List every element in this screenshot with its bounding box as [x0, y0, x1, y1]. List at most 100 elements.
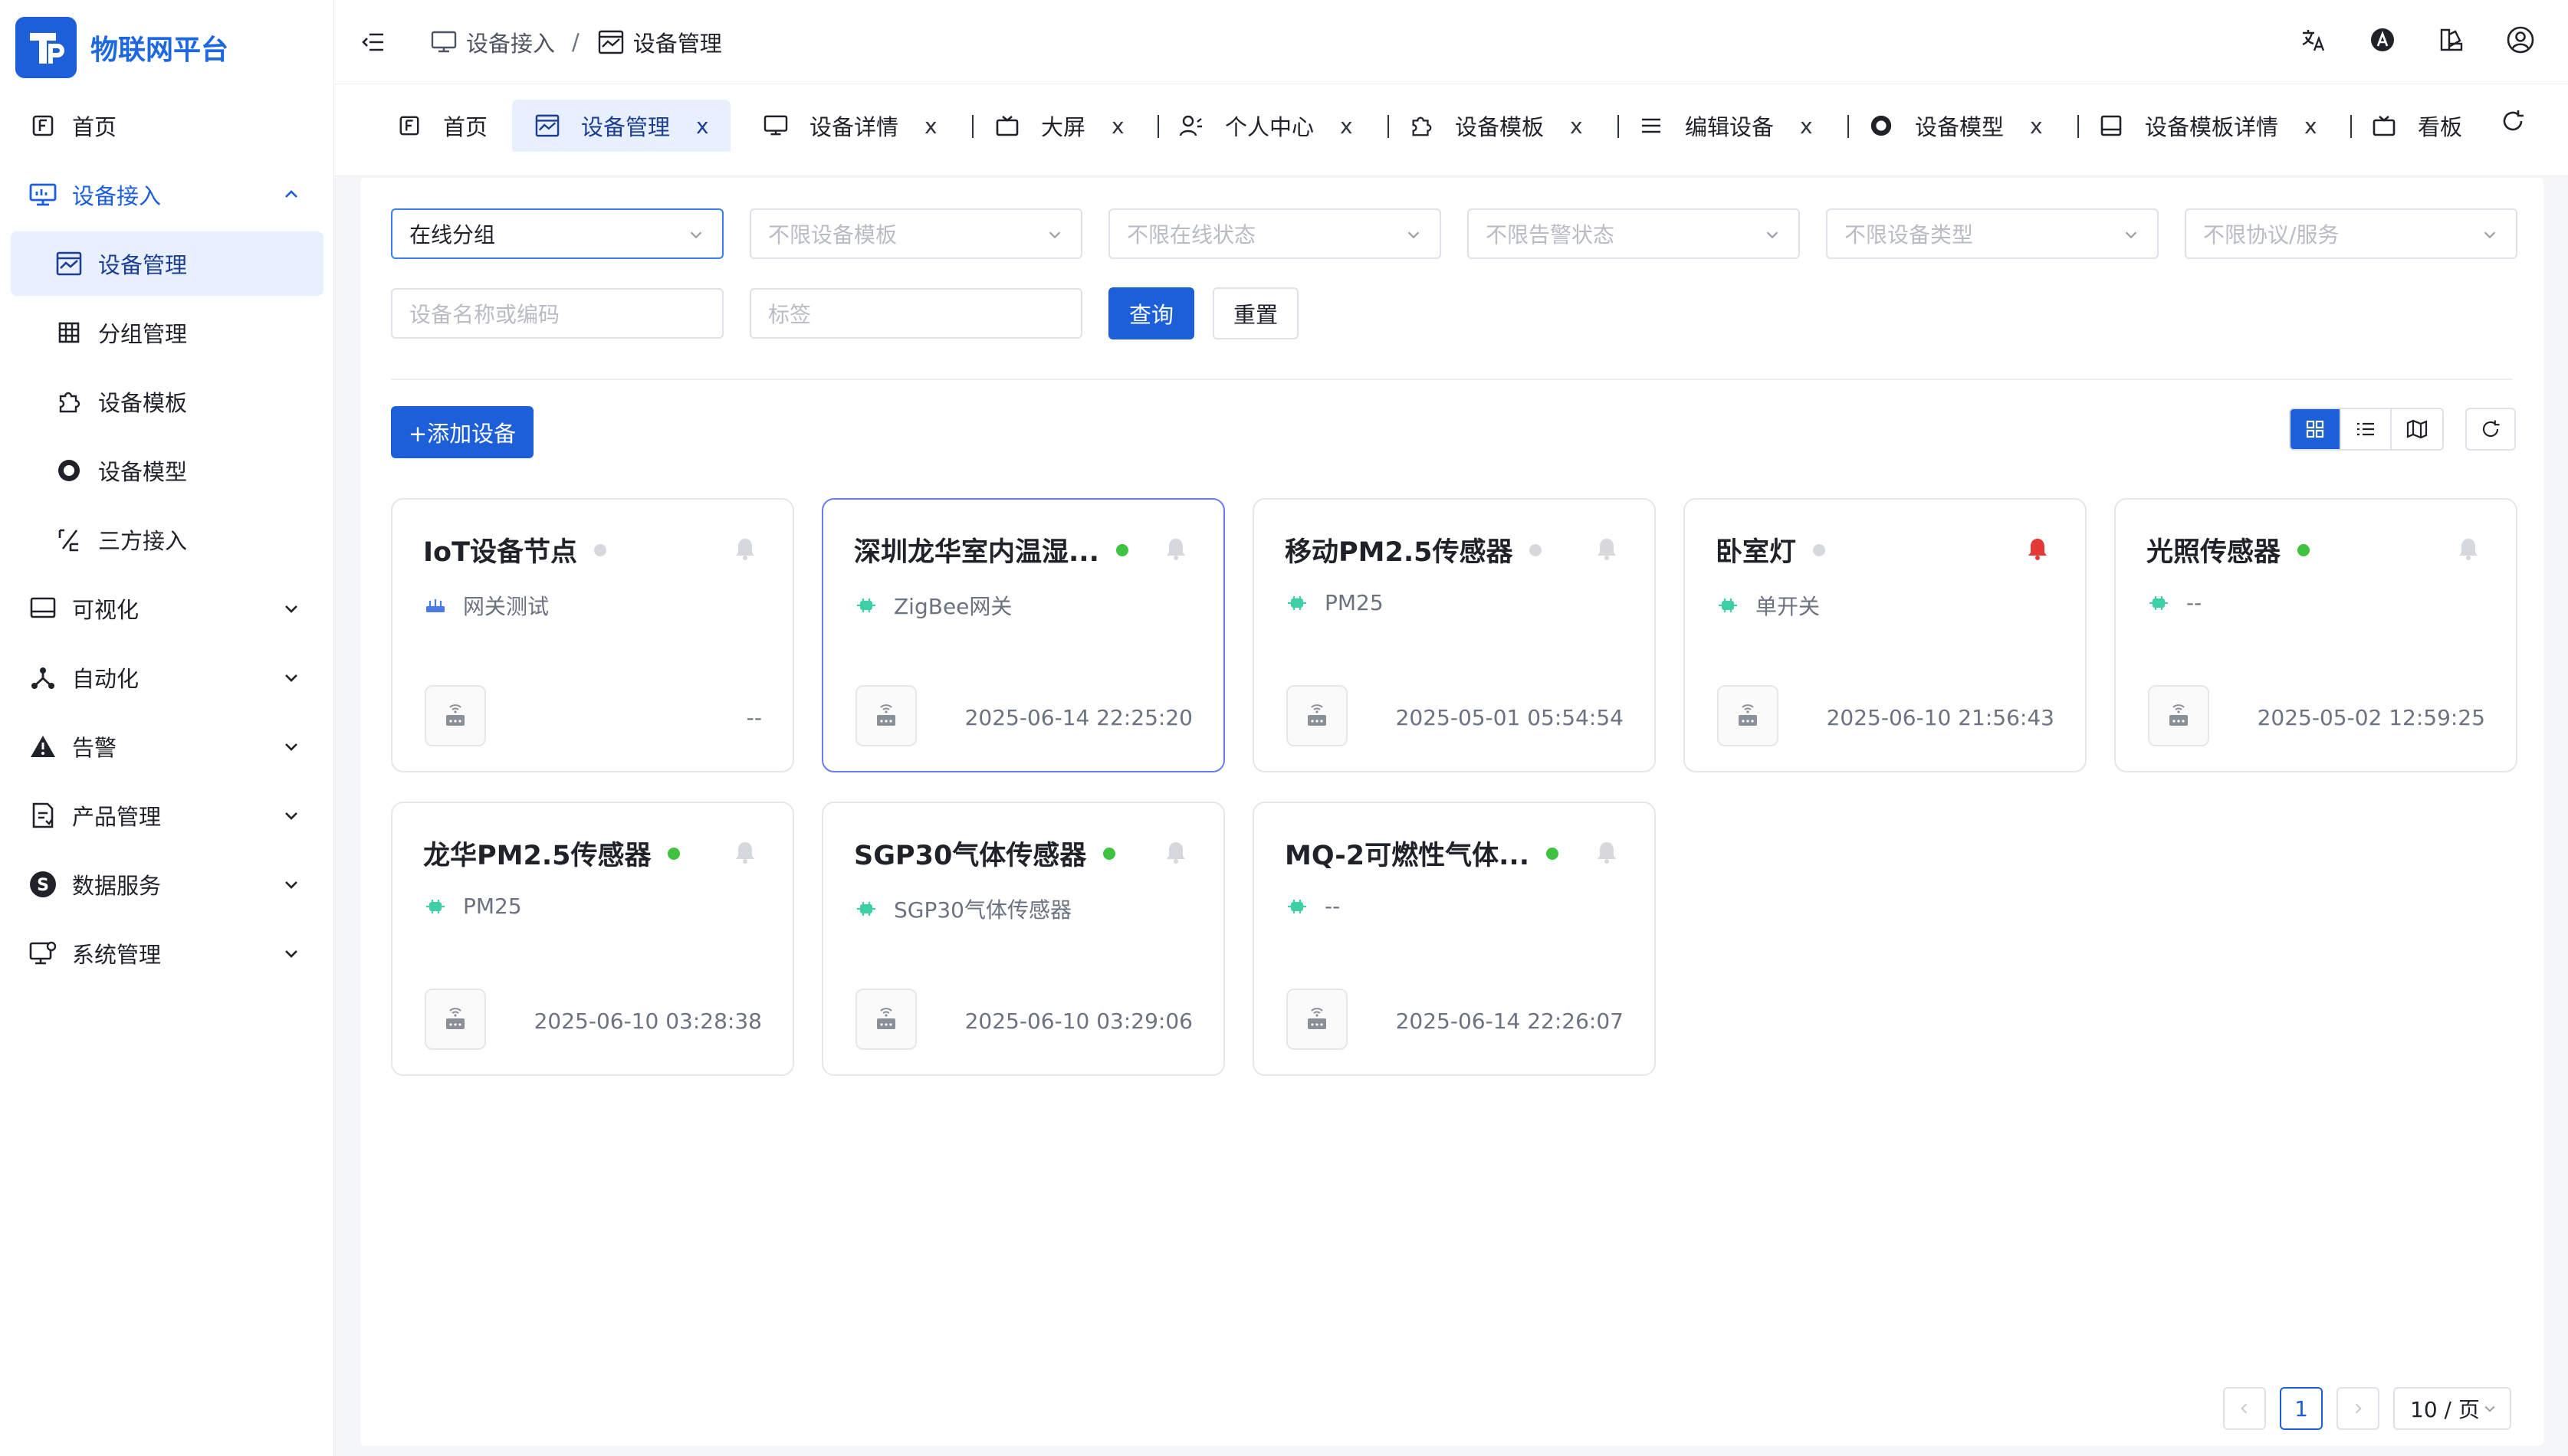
tab-device-template[interactable]: 设备模板 x	[1407, 100, 1583, 152]
close-icon[interactable]: x	[1112, 113, 1125, 139]
tab-big-screen[interactable]: 大屏 x	[993, 100, 1125, 152]
translate-icon[interactable]	[2297, 23, 2330, 57]
sidebar-item-product-management[interactable]: 产品管理	[11, 783, 323, 848]
alarm-bell-icon[interactable]	[1161, 533, 1191, 564]
close-icon[interactable]: x	[2304, 113, 2317, 139]
tab-user-center[interactable]: 个人中心 x	[1177, 100, 1353, 152]
gateway-device-icon	[425, 989, 486, 1050]
sidebar-item-device-management[interactable]: 设备管理	[11, 231, 323, 296]
reset-button[interactable]: 重置	[1213, 287, 1299, 339]
sidebar-item-device-access[interactable]: 设备接入	[11, 162, 323, 227]
close-icon[interactable]: x	[924, 113, 938, 139]
gateway-device-icon	[855, 685, 917, 746]
theme-a-icon[interactable]	[2366, 23, 2399, 57]
chevron-down-icon	[277, 664, 305, 691]
device-card[interactable]: 光照传感器 -- 2025-05-02 12:59:25	[2114, 498, 2517, 772]
sidebar-item-label: 设备管理	[98, 252, 188, 278]
sidebar-item-visualization[interactable]: 可视化	[11, 576, 323, 641]
palette-icon[interactable]	[2435, 23, 2468, 57]
last-online-time: 2025-05-01 05:54:54	[1395, 705, 1624, 730]
sidebar-item-device-model[interactable]: 设备模型	[11, 438, 323, 503]
alarm-bell-icon[interactable]	[730, 533, 760, 564]
device-card[interactable]: 移动PM2.5传感器 PM25 2025-05-01 05:54:54	[1253, 498, 1656, 772]
refresh-list-icon[interactable]	[2465, 408, 2516, 451]
doc-icon	[28, 800, 58, 831]
refresh-icon[interactable]	[2496, 104, 2530, 138]
device-template: 网关测试	[423, 590, 549, 621]
map-view-icon[interactable]	[2392, 409, 2442, 449]
close-icon[interactable]: x	[2030, 113, 2043, 139]
close-icon[interactable]: x	[696, 113, 709, 139]
page-number-button[interactable]: 1	[2280, 1387, 2323, 1430]
sidebar-item-alarm[interactable]: 告警	[11, 714, 323, 779]
gateway-device-icon	[425, 685, 486, 746]
tab-board[interactable]: 看板	[2370, 100, 2462, 152]
tab-divider	[1387, 115, 1389, 138]
close-icon[interactable]: x	[1800, 113, 1813, 139]
device-card[interactable]: 龙华PM2.5传感器 PM25 2025-06-10 03:28:38	[391, 802, 794, 1076]
alarm-bell-icon[interactable]	[730, 837, 760, 867]
breadcrumb-item[interactable]: 设备接入	[429, 26, 555, 58]
sidebar-item-label: 数据服务	[72, 873, 162, 899]
warning-icon	[28, 731, 58, 762]
sidebar-item-data-service[interactable]: S 数据服务	[11, 852, 323, 917]
sidebar-item-label: 设备模板	[98, 390, 188, 416]
device-name: MQ-2可燃性气体...	[1285, 841, 1529, 871]
device-template: --	[1285, 894, 1340, 919]
tab-home[interactable]: 首页	[396, 100, 488, 152]
device-type-select[interactable]: 不限设备类型	[1826, 208, 2159, 259]
svg-text:S: S	[37, 876, 49, 895]
sidebar-item-home[interactable]: 首页	[11, 93, 323, 158]
add-device-button[interactable]: +添加设备	[391, 406, 534, 458]
sidebar-item-third-party[interactable]: 三方接入	[11, 507, 323, 572]
template-select[interactable]: 不限设备模板	[750, 208, 1082, 259]
brand[interactable]: 物联网平台	[15, 17, 228, 78]
sidebar-item-system-management[interactable]: 系统管理	[11, 921, 323, 985]
grid-view-icon[interactable]	[2291, 409, 2341, 449]
prev-page-button[interactable]	[2223, 1387, 2266, 1430]
alarm-status-select[interactable]: 不限告警状态	[1467, 208, 1800, 259]
alarm-bell-icon[interactable]	[1161, 837, 1191, 867]
device-card[interactable]: MQ-2可燃性气体... -- 2025-06-14 22:26:07	[1253, 802, 1656, 1076]
device-card[interactable]: 卧室灯 单开关 2025-06-10 21:56:43	[1683, 498, 2087, 772]
sidebar-item-automation[interactable]: 自动化	[11, 645, 323, 710]
sidebar-item-label: 系统管理	[72, 942, 162, 968]
online-status-select[interactable]: 不限在线状态	[1108, 208, 1441, 259]
sidebar-item-label: 告警	[72, 735, 117, 761]
tab-edit-device[interactable]: 编辑设备 x	[1637, 100, 1813, 152]
alarm-bell-icon[interactable]	[2453, 533, 2484, 564]
chip-icon	[423, 894, 448, 919]
device-card[interactable]: SGP30气体传感器 SGP30气体传感器 2025-06-10 03:29:06	[822, 802, 1225, 1076]
device-template: --	[2146, 590, 2202, 615]
status-dot-online	[1103, 848, 1115, 860]
tag-input[interactable]: 标签	[750, 288, 1082, 339]
query-button[interactable]: 查询	[1108, 287, 1194, 339]
tab-device-template-detail[interactable]: 设备模板详情 x	[2097, 100, 2317, 152]
view-switch	[2289, 408, 2444, 451]
device-name-input[interactable]: 设备名称或编码	[391, 288, 724, 339]
close-icon[interactable]: x	[1570, 113, 1583, 139]
chevron-down-icon	[685, 224, 707, 245]
user-avatar-icon[interactable]	[2504, 23, 2537, 57]
protocol-select[interactable]: 不限协议/服务	[2185, 208, 2517, 259]
alarm-bell-active-icon[interactable]	[2022, 533, 2053, 564]
alarm-bell-icon[interactable]	[1591, 837, 1622, 867]
menu-collapse-icon[interactable]	[357, 26, 389, 58]
alarm-bell-icon[interactable]	[1591, 533, 1622, 564]
tab-device-model[interactable]: 设备模型 x	[1867, 100, 2043, 152]
device-template-label: 网关测试	[463, 594, 550, 619]
tab-device-management[interactable]: 设备管理 x	[512, 100, 731, 152]
status-dot-offline	[1529, 544, 1542, 556]
device-card[interactable]: IoT设备节点 网关测试 --	[391, 498, 794, 772]
group-select[interactable]: 在线分组	[391, 208, 724, 259]
page-size-select[interactable]: 10 / 页	[2393, 1387, 2511, 1430]
tab-device-detail[interactable]: 设备详情 x	[762, 100, 938, 152]
list-view-icon[interactable]	[2341, 409, 2392, 449]
sidebar-item-group-management[interactable]: 分组管理	[11, 300, 323, 365]
close-icon[interactable]: x	[1340, 113, 1353, 139]
page-size-value: 10 / 页	[2410, 1397, 2480, 1422]
device-template: SGP30气体传感器	[854, 894, 1072, 924]
next-page-button[interactable]	[2336, 1387, 2379, 1430]
sidebar-item-device-template[interactable]: 设备模板	[11, 369, 323, 434]
device-card[interactable]: 深圳龙华室内温湿... ZigBee网关 2025-06-14 22:25:20	[822, 498, 1225, 772]
